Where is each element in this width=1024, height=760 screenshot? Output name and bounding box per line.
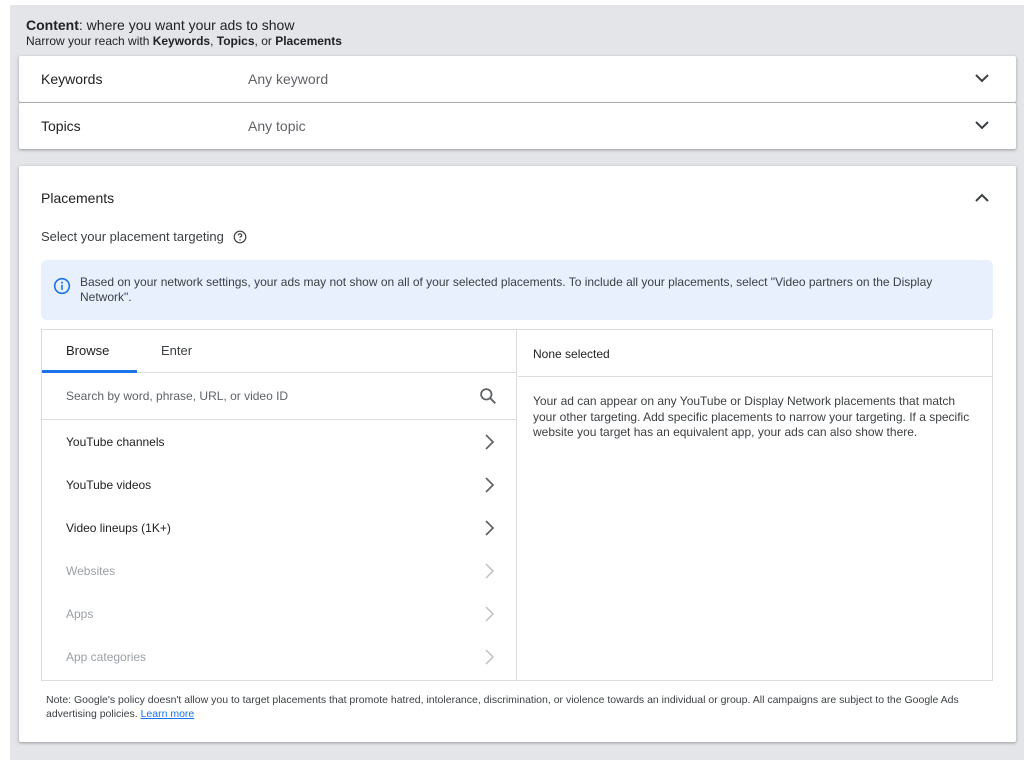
selected-pane: None selected Your ad can appear on any …: [518, 330, 992, 680]
chevron-right-icon: [485, 477, 495, 493]
section-title: Content: where you want your ads to show: [26, 17, 295, 33]
section-header: Content: where you want your ads to show…: [26, 17, 342, 49]
list-item-label: Video lineups (1K+): [66, 521, 171, 535]
placement-picker: Browse Enter Search by word, phrase, URL…: [41, 329, 993, 681]
list-item-label: YouTube channels: [66, 435, 165, 449]
chevron-right-icon: [485, 434, 495, 450]
chevron-right-icon: [485, 520, 495, 536]
active-tab-indicator: [42, 370, 137, 373]
list-item-label: Websites: [66, 564, 116, 578]
content-section: Content: where you want your ads to show…: [10, 5, 1024, 760]
tab-browse[interactable]: Browse: [66, 343, 109, 358]
search-icon[interactable]: [479, 387, 497, 405]
list-item-video-lineups[interactable]: Video lineups (1K+): [42, 507, 517, 550]
policy-note: Note: Google's policy doesn't allow you …: [46, 694, 959, 720]
chevron-down-icon[interactable]: [974, 117, 990, 133]
topics-row[interactable]: Topics Any topic: [19, 103, 1016, 149]
learn-more-link[interactable]: Learn more: [141, 708, 195, 720]
keywords-value: Any keyword: [248, 71, 329, 87]
list-item-label: Apps: [66, 607, 94, 621]
chevron-down-icon[interactable]: [974, 70, 990, 86]
list-item-apps: Apps: [42, 593, 517, 636]
info-text: Based on your network settings, your ads…: [80, 275, 933, 304]
placements-card: Placements Select your placement targeti…: [19, 166, 1016, 742]
chevron-right-icon: [485, 563, 495, 579]
search-placeholder: Search by word, phrase, URL, or video ID: [66, 389, 289, 403]
chevron-up-icon[interactable]: [974, 190, 990, 206]
list-item-youtube-videos[interactable]: YouTube videos: [42, 464, 517, 507]
list-item-label: YouTube videos: [66, 478, 152, 492]
network-info-banner: Based on your network settings, your ads…: [41, 260, 993, 320]
topics-value: Any topic: [248, 118, 306, 134]
placements-title: Placements: [41, 190, 115, 206]
list-item-websites: Websites: [42, 550, 517, 593]
selected-header: None selected: [518, 330, 992, 377]
help-icon[interactable]: [233, 230, 247, 244]
tab-bar: Browse Enter: [42, 330, 517, 373]
list-item-youtube-channels[interactable]: YouTube channels: [42, 421, 517, 464]
info-icon: [53, 277, 71, 295]
search-input[interactable]: Search by word, phrase, URL, or video ID: [42, 374, 517, 420]
chevron-right-icon: [485, 606, 495, 622]
list-item-app-categories: App categories: [42, 636, 517, 679]
topics-label: Topics: [41, 118, 81, 134]
chevron-right-icon: [485, 649, 495, 665]
placement-targeting-label: Select your placement targeting: [41, 229, 247, 244]
tab-enter[interactable]: Enter: [161, 343, 192, 358]
keywords-row[interactable]: Keywords Any keyword: [19, 56, 1016, 102]
selected-description: Your ad can appear on any YouTube or Dis…: [533, 394, 970, 439]
section-subtitle: Narrow your reach with Keywords, Topics,…: [26, 34, 342, 48]
browse-pane: Browse Enter Search by word, phrase, URL…: [42, 330, 517, 680]
list-item-label: App categories: [66, 650, 147, 664]
keywords-label: Keywords: [41, 71, 103, 87]
